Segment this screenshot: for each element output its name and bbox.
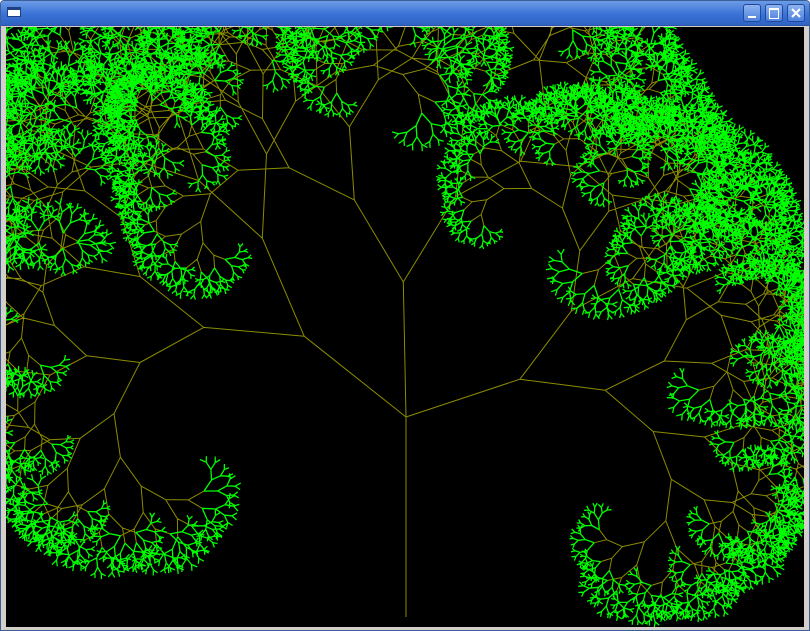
tree-branches <box>6 27 804 617</box>
title-bar[interactable] <box>1 1 809 26</box>
minimize-button[interactable] <box>743 4 761 22</box>
app-window <box>0 0 810 631</box>
fractal-tree <box>6 27 804 627</box>
close-button[interactable] <box>787 4 805 22</box>
close-icon <box>791 8 801 18</box>
tree-leaves <box>6 27 804 627</box>
maximize-button[interactable] <box>765 4 783 22</box>
branch-strokes <box>6 27 804 617</box>
window-icon[interactable] <box>7 7 21 17</box>
leaf-strokes <box>6 27 804 627</box>
drawing-canvas[interactable] <box>6 27 804 627</box>
